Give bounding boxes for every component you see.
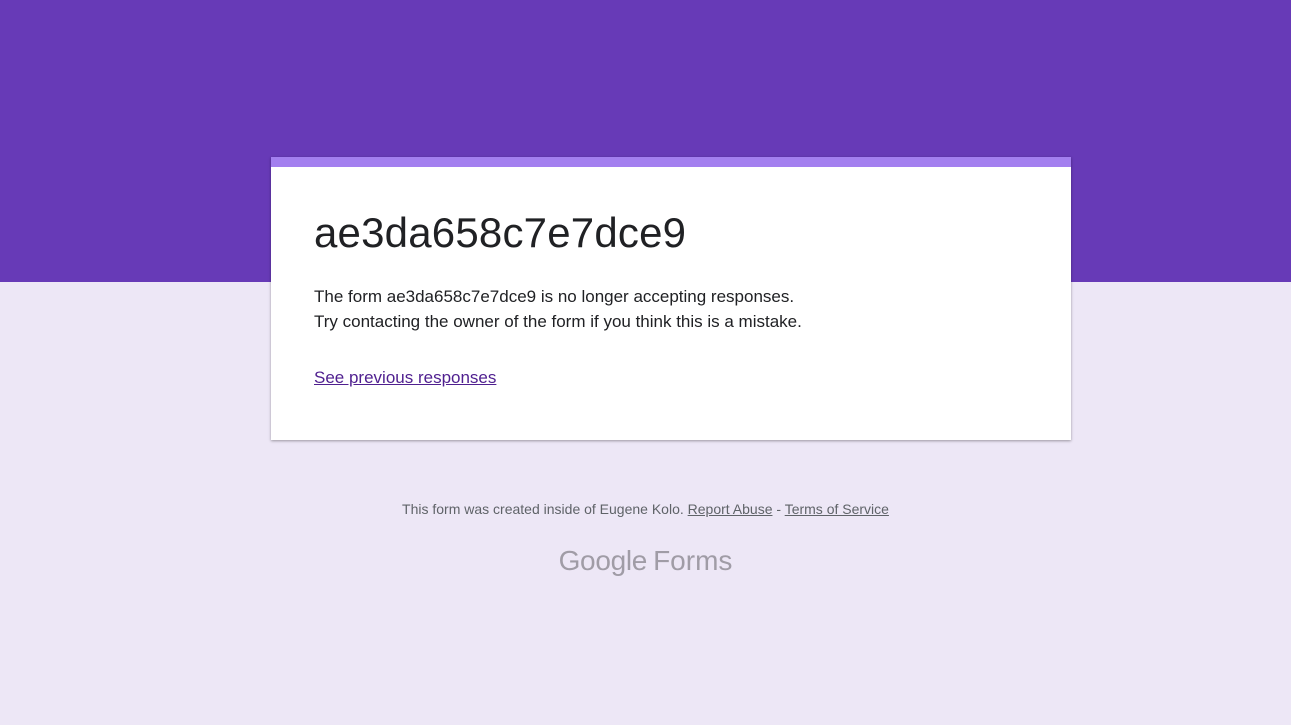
footer-separator: - — [776, 501, 782, 517]
terms-of-service-link[interactable]: Terms of Service — [785, 501, 889, 517]
report-abuse-link[interactable]: Report Abuse — [688, 501, 773, 517]
card-accent-bar — [271, 157, 1071, 167]
form-card: ae3da658c7e7dce9 The form ae3da658c7e7dc… — [271, 157, 1071, 440]
footer-created-text: This form was created inside of Eugene K… — [402, 501, 684, 517]
google-forms-logo[interactable]: Google Forms — [0, 543, 1291, 579]
google-wordmark: Google — [558, 545, 648, 576]
closed-message-line-2: Try contacting the owner of the form if … — [314, 312, 802, 331]
page: ae3da658c7e7dce9 The form ae3da658c7e7dc… — [0, 0, 1291, 725]
footer-disclaimer: This form was created inside of Eugene K… — [0, 499, 1291, 519]
see-previous-responses-link[interactable]: See previous responses — [314, 365, 496, 390]
form-title: ae3da658c7e7dce9 — [314, 209, 687, 256]
forms-wordmark: Forms — [653, 545, 733, 576]
closed-message-line-1: The form ae3da658c7e7dce9 is no longer a… — [314, 287, 795, 306]
closed-message: The form ae3da658c7e7dce9 is no longer a… — [314, 284, 802, 334]
